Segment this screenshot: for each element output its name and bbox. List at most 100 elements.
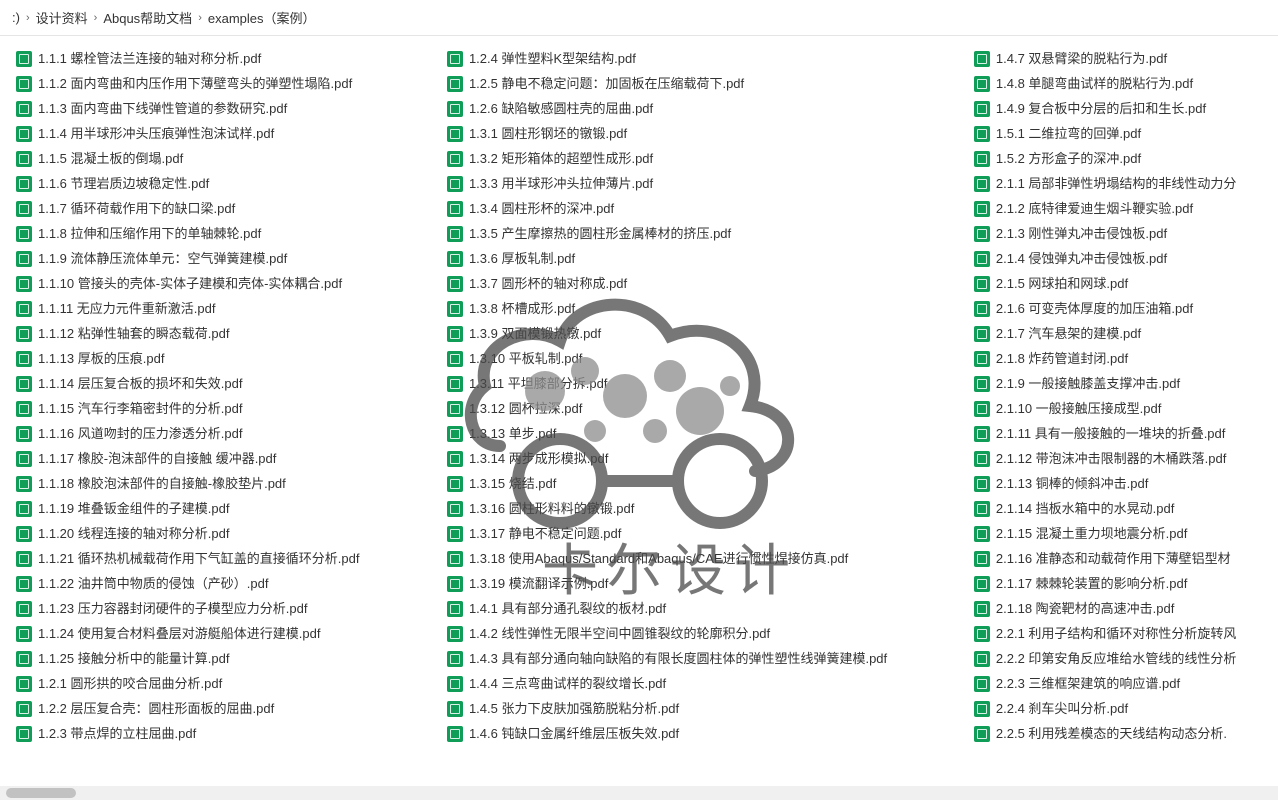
- file-item[interactable]: 2.1.14 挡板水箱中的水晃动.pdf: [974, 500, 1262, 518]
- file-item[interactable]: 1.4.9 复合板中分层的后扣和生长.pdf: [974, 100, 1262, 118]
- file-item[interactable]: 1.1.22 油井筒中物质的侵蚀（产砂）.pdf: [16, 575, 429, 593]
- file-item[interactable]: 1.3.15 烧结.pdf: [447, 475, 956, 493]
- file-item[interactable]: 1.3.7 圆形杯的轴对称成.pdf: [447, 275, 956, 293]
- file-item[interactable]: 2.1.9 一般接触膝盖支撑冲击.pdf: [974, 375, 1262, 393]
- file-item[interactable]: 1.1.15 汽车行李箱密封件的分析.pdf: [16, 400, 429, 418]
- file-item[interactable]: 1.1.2 面内弯曲和内压作用下薄壁弯头的弹塑性塌陷.pdf: [16, 75, 429, 93]
- file-item[interactable]: 1.4.4 三点弯曲试样的裂纹增长.pdf: [447, 675, 956, 693]
- file-item[interactable]: 1.1.14 层压复合板的损坏和失效.pdf: [16, 375, 429, 393]
- file-item[interactable]: 2.1.13 铜棒的倾斜冲击.pdf: [974, 475, 1262, 493]
- file-item[interactable]: 1.3.14 两步成形模拟.pdf: [447, 450, 956, 468]
- file-item[interactable]: 2.1.7 汽车悬架的建模.pdf: [974, 325, 1262, 343]
- file-item[interactable]: 1.3.11 平坦膝部分拆.pdf: [447, 375, 956, 393]
- pdf-file-icon: [16, 701, 32, 717]
- file-item[interactable]: 1.1.13 厚板的压痕.pdf: [16, 350, 429, 368]
- file-item[interactable]: 1.1.3 面内弯曲下线弹性管道的参数研究.pdf: [16, 100, 429, 118]
- file-item[interactable]: 1.4.3 具有部分通向轴向缺陷的有限长度圆柱体的弹性塑性线弹簧建模.pdf: [447, 650, 956, 668]
- pdf-file-icon: [974, 126, 990, 142]
- file-item[interactable]: 1.2.4 弹性塑料K型架结构.pdf: [447, 50, 956, 68]
- file-item[interactable]: 1.3.13 单步.pdf: [447, 425, 956, 443]
- file-name: 1.1.10 管接头的壳体-实体子建模和壳体-实体耦合.pdf: [38, 275, 342, 293]
- file-item[interactable]: 1.1.17 橡胶-泡沫部件的自接触 缓冲器.pdf: [16, 450, 429, 468]
- file-item[interactable]: 1.1.4 用半球形冲头压痕弹性泡沫试样.pdf: [16, 125, 429, 143]
- breadcrumb-segment[interactable]: :): [12, 10, 20, 25]
- file-item[interactable]: 2.1.4 侵蚀弹丸冲击侵蚀板.pdf: [974, 250, 1262, 268]
- file-item[interactable]: 1.4.7 双悬臂梁的脱粘行为.pdf: [974, 50, 1262, 68]
- file-item[interactable]: 2.1.11 具有一般接触的一堆块的折叠.pdf: [974, 425, 1262, 443]
- file-item[interactable]: 2.1.1 局部非弹性坍塌结构的非线性动力分: [974, 175, 1262, 193]
- file-item[interactable]: 1.4.1 具有部分通孔裂纹的板材.pdf: [447, 600, 956, 618]
- scrollbar-thumb[interactable]: [6, 788, 76, 798]
- file-item[interactable]: 2.2.2 印第安角反应堆给水管线的线性分析: [974, 650, 1262, 668]
- file-item[interactable]: 1.1.23 压力容器封闭硬件的子模型应力分析.pdf: [16, 600, 429, 618]
- file-item[interactable]: 2.2.3 三维框架建筑的响应谱.pdf: [974, 675, 1262, 693]
- file-item[interactable]: 1.4.6 钝缺口金属纤维层压板失效.pdf: [447, 725, 956, 743]
- file-item[interactable]: 1.5.1 二维拉弯的回弹.pdf: [974, 125, 1262, 143]
- file-item[interactable]: 1.1.10 管接头的壳体-实体子建模和壳体-实体耦合.pdf: [16, 275, 429, 293]
- file-item[interactable]: 1.1.6 节理岩质边坡稳定性.pdf: [16, 175, 429, 193]
- file-item[interactable]: 1.1.7 循环荷载作用下的缺口梁.pdf: [16, 200, 429, 218]
- file-item[interactable]: 1.3.1 圆柱形钢坯的镦锻.pdf: [447, 125, 956, 143]
- file-item[interactable]: 2.1.6 可变壳体厚度的加压油箱.pdf: [974, 300, 1262, 318]
- file-item[interactable]: 2.1.5 网球拍和网球.pdf: [974, 275, 1262, 293]
- file-item[interactable]: 1.1.11 无应力元件重新激活.pdf: [16, 300, 429, 318]
- file-item[interactable]: 2.1.17 棘棘轮装置的影响分析.pdf: [974, 575, 1262, 593]
- file-item[interactable]: 2.1.8 炸药管道封闭.pdf: [974, 350, 1262, 368]
- file-item[interactable]: 2.1.16 准静态和动载荷作用下薄壁铝型材: [974, 550, 1262, 568]
- file-item[interactable]: 2.1.2 底特律爱迪生烟斗鞭实验.pdf: [974, 200, 1262, 218]
- file-item[interactable]: 1.3.4 圆柱形杯的深冲.pdf: [447, 200, 956, 218]
- file-item[interactable]: 1.1.12 粘弹性轴套的瞬态载荷.pdf: [16, 325, 429, 343]
- file-item[interactable]: 1.4.2 线性弹性无限半空间中圆锥裂纹的轮廓积分.pdf: [447, 625, 956, 643]
- file-item[interactable]: 1.3.16 圆柱形料料的镦锻.pdf: [447, 500, 956, 518]
- file-item[interactable]: 1.1.19 堆叠钣金组件的子建模.pdf: [16, 500, 429, 518]
- file-item[interactable]: 1.1.18 橡胶泡沫部件的自接触-橡胶垫片.pdf: [16, 475, 429, 493]
- file-item[interactable]: 1.3.8 杯槽成形.pdf: [447, 300, 956, 318]
- file-item[interactable]: 1.4.5 张力下皮肤加强筋脱粘分析.pdf: [447, 700, 956, 718]
- file-item[interactable]: 1.3.2 矩形箱体的超塑性成形.pdf: [447, 150, 956, 168]
- breadcrumb-segment[interactable]: Abqus帮助文档: [103, 8, 192, 27]
- breadcrumb-segment[interactable]: examples（案例）: [208, 8, 316, 27]
- file-item[interactable]: 2.1.18 陶瓷靶材的高速冲击.pdf: [974, 600, 1262, 618]
- file-item[interactable]: 2.1.3 刚性弹丸冲击侵蚀板.pdf: [974, 225, 1262, 243]
- file-item[interactable]: 1.4.8 单腿弯曲试样的脱粘行为.pdf: [974, 75, 1262, 93]
- file-item[interactable]: 1.3.12 圆杯拉深.pdf: [447, 400, 956, 418]
- file-name: 1.1.9 流体静压流体单元：空气弹簧建模.pdf: [38, 250, 287, 268]
- file-name: 2.2.4 刹车尖叫分析.pdf: [996, 700, 1128, 718]
- file-item[interactable]: 1.1.9 流体静压流体单元：空气弹簧建模.pdf: [16, 250, 429, 268]
- file-item[interactable]: 1.3.18 使用Abaqus/Standard和Abaqus/CAE进行惯性焊…: [447, 550, 956, 568]
- file-item[interactable]: 1.1.5 混凝土板的倒塌.pdf: [16, 150, 429, 168]
- file-item[interactable]: 1.1.20 线程连接的轴对称分析.pdf: [16, 525, 429, 543]
- file-item[interactable]: 1.1.21 循环热机械载荷作用下气缸盖的直接循环分析.pdf: [16, 550, 429, 568]
- file-item[interactable]: 2.2.1 利用子结构和循环对称性分析旋转风: [974, 625, 1262, 643]
- file-item[interactable]: 1.1.16 风道吻封的压力渗透分析.pdf: [16, 425, 429, 443]
- file-item[interactable]: 1.3.6 厚板轧制.pdf: [447, 250, 956, 268]
- file-item[interactable]: 2.1.15 混凝土重力坝地震分析.pdf: [974, 525, 1262, 543]
- horizontal-scrollbar[interactable]: [0, 786, 1278, 800]
- file-name: 1.1.17 橡胶-泡沫部件的自接触 缓冲器.pdf: [38, 450, 276, 468]
- pdf-file-icon: [447, 426, 463, 442]
- file-name: 2.1.2 底特律爱迪生烟斗鞭实验.pdf: [996, 200, 1193, 218]
- file-item[interactable]: 1.2.3 带点焊的立柱屈曲.pdf: [16, 725, 429, 743]
- file-item[interactable]: 1.3.19 模流翻译示例.pdf: [447, 575, 956, 593]
- file-item[interactable]: 2.1.12 带泡沫冲击限制器的木桶跌落.pdf: [974, 450, 1262, 468]
- file-item[interactable]: 1.3.5 产生摩擦热的圆柱形金属棒材的挤压.pdf: [447, 225, 956, 243]
- file-item[interactable]: 1.3.9 双面模锻热镦.pdf: [447, 325, 956, 343]
- file-item[interactable]: 1.1.8 拉伸和压缩作用下的单轴棘轮.pdf: [16, 225, 429, 243]
- file-item[interactable]: 1.2.5 静电不稳定问题：加固板在压缩载荷下.pdf: [447, 75, 956, 93]
- file-item[interactable]: 1.3.3 用半球形冲头拉伸薄片.pdf: [447, 175, 956, 193]
- file-item[interactable]: 1.1.24 使用复合材料叠层对游艇船体进行建模.pdf: [16, 625, 429, 643]
- file-item[interactable]: 2.2.4 刹车尖叫分析.pdf: [974, 700, 1262, 718]
- file-item[interactable]: 1.3.17 静电不稳定问题.pdf: [447, 525, 956, 543]
- file-item[interactable]: 1.2.2 层压复合壳：圆柱形面板的屈曲.pdf: [16, 700, 429, 718]
- file-item[interactable]: 1.3.10 平板轧制.pdf: [447, 350, 956, 368]
- file-item[interactable]: 2.2.5 利用残差模态的天线结构动态分析.: [974, 725, 1262, 743]
- file-item[interactable]: 2.1.10 一般接触压接成型.pdf: [974, 400, 1262, 418]
- file-item[interactable]: 1.2.6 缺陷敏感圆柱壳的屈曲.pdf: [447, 100, 956, 118]
- pdf-file-icon: [974, 251, 990, 267]
- file-item[interactable]: 1.1.25 接触分析中的能量计算.pdf: [16, 650, 429, 668]
- breadcrumb-segment[interactable]: 设计资料: [36, 8, 88, 27]
- file-item[interactable]: 1.5.2 方形盒子的深冲.pdf: [974, 150, 1262, 168]
- file-item[interactable]: 1.2.1 圆形拱的咬合屈曲分析.pdf: [16, 675, 429, 693]
- file-item[interactable]: 1.1.1 螺栓管法兰连接的轴对称分析.pdf: [16, 50, 429, 68]
- pdf-file-icon: [16, 301, 32, 317]
